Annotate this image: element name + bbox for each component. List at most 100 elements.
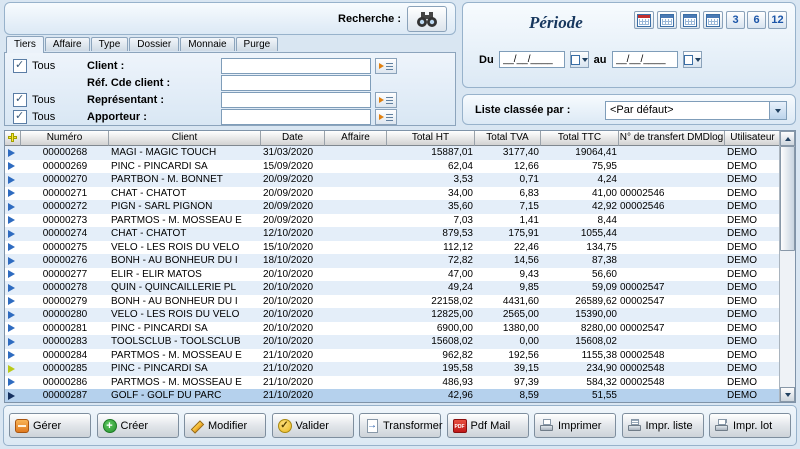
pick-list-button[interactable] [375, 92, 397, 108]
total-ttc-cell: 87,38 [541, 254, 619, 268]
filter-input[interactable] [221, 92, 371, 108]
date-cell: 20/10/2020 [261, 322, 325, 336]
total-ht-cell: 486,93 [387, 376, 475, 390]
table-row[interactable]: 00000286 PARTMOS - M. MOSSEAU E 21/10/20… [5, 376, 781, 390]
button-transformer[interactable]: Transformer [359, 413, 441, 438]
header-numero[interactable]: Numéro [21, 131, 109, 146]
validate-icon [278, 419, 292, 433]
button-impr-liste[interactable]: Impr. liste [622, 413, 704, 438]
numero-cell: 00000279 [21, 295, 109, 309]
combo-dropdown-button[interactable] [769, 102, 786, 119]
table-row[interactable]: 00000279 BONH - AU BONHEUR DU I 20/10/20… [5, 295, 781, 309]
period-calendar-button[interactable] [657, 11, 677, 29]
button-imprimer[interactable]: Imprimer [534, 413, 616, 438]
tab-type[interactable]: Type [91, 37, 129, 51]
button-modifier[interactable]: Modifier [184, 413, 266, 438]
actions-panel: Gérer Créer Modifier Valider Transformer [3, 405, 797, 446]
client-cell: TOOLSCLUB - TOOLSCLUB [109, 335, 261, 349]
client-cell: PINC - PINCARDI SA [109, 160, 261, 174]
tab-dossier[interactable]: Dossier [129, 37, 179, 51]
scroll-up-button[interactable] [780, 131, 795, 146]
pick-list-button[interactable] [375, 58, 397, 74]
filter-input[interactable] [221, 58, 371, 74]
button-impr-lot[interactable]: Impr. lot [709, 413, 791, 438]
button-creer[interactable]: Créer [97, 413, 179, 438]
table-row[interactable]: 00000285 PINC - PINCARDI SA 21/10/2020 1… [5, 362, 781, 376]
period-months-12[interactable]: 12 [768, 11, 787, 29]
printer-lot-icon [715, 419, 729, 433]
table-row[interactable]: 00000268 MAGI - MAGIC TOUCH 31/03/2020 1… [5, 146, 781, 160]
tous-checkbox[interactable] [13, 110, 27, 124]
scroll-down-button[interactable] [780, 387, 795, 402]
pick-arrow-icon [379, 114, 384, 120]
search-button[interactable] [407, 6, 447, 32]
tous-checkbox[interactable] [13, 59, 27, 73]
period-calendar-button[interactable] [680, 11, 700, 29]
period-months-3[interactable]: 3 [726, 11, 745, 29]
table-row[interactable]: 00000271 CHAT - CHATOT 20/09/2020 34,00 … [5, 187, 781, 201]
numero-cell: 00000273 [21, 214, 109, 228]
pick-list-button[interactable] [375, 109, 397, 125]
tab-purge[interactable]: Purge [236, 37, 279, 51]
sort-panel: Liste classée par : <Par défaut> [462, 94, 796, 125]
total-ht-cell: 49,24 [387, 281, 475, 295]
header-total-ht[interactable]: Total HT [387, 131, 475, 146]
total-tva-cell: 97,39 [475, 376, 541, 390]
total-ht-cell: 112,12 [387, 241, 475, 255]
period-calendar-button[interactable] [634, 11, 654, 29]
vertical-scrollbar[interactable] [779, 131, 795, 402]
button-gerer[interactable]: Gérer [9, 413, 91, 438]
button-pdf-mail[interactable]: Pdf Mail [447, 413, 529, 438]
table-row[interactable]: 00000281 PINC - PINCARDI SA 20/10/2020 6… [5, 322, 781, 336]
period-months-6[interactable]: 6 [747, 11, 766, 29]
header-client[interactable]: Client [109, 131, 261, 146]
cal-red-icon [637, 14, 651, 27]
table-row[interactable]: 00000280 VELO - LES ROIS DU VELO 20/10/2… [5, 308, 781, 322]
client-cell: VELO - LES ROIS DU VELO [109, 241, 261, 255]
table-row[interactable]: 00000277 ELIR - ELIR MATOS 20/10/2020 47… [5, 268, 781, 282]
table-row[interactable]: 00000276 BONH - AU BONHEUR DU I 18/10/20… [5, 254, 781, 268]
table-row[interactable]: 00000269 PINC - PINCARDI SA 15/09/2020 6… [5, 160, 781, 174]
table-row[interactable]: 00000270 PARTBON - M. BONNET 20/09/2020 … [5, 173, 781, 187]
add-column-header[interactable] [5, 131, 21, 146]
header-total-tva[interactable]: Total TVA [475, 131, 541, 146]
header-total-ttc[interactable]: Total TTC [541, 131, 619, 146]
date-from-calendar-button[interactable] [570, 51, 589, 68]
date-to-input[interactable] [612, 51, 678, 68]
transfert-cell: 00002548 [619, 376, 725, 390]
scroll-thumb[interactable] [780, 146, 795, 251]
tab-monnaie[interactable]: Monnaie [180, 37, 234, 51]
affaire-cell [325, 376, 387, 390]
filter-input[interactable] [221, 109, 371, 125]
table-row[interactable]: 00000284 PARTMOS - M. MOSSEAU E 21/10/20… [5, 349, 781, 363]
date-from-input[interactable] [499, 51, 565, 68]
tab-tiers[interactable]: Tiers [6, 36, 44, 53]
sort-combobox[interactable]: <Par défaut> [605, 101, 787, 120]
table-row[interactable]: 00000274 CHAT - CHATOT 12/10/2020 879,53… [5, 227, 781, 241]
table-row[interactable]: 00000273 PARTMOS - M. MOSSEAU E 20/09/20… [5, 214, 781, 228]
arrow-blue-icon [8, 311, 15, 319]
period-calendar-button[interactable] [703, 11, 723, 29]
total-tva-cell: 1380,00 [475, 322, 541, 336]
table-row[interactable]: 00000275 VELO - LES ROIS DU VELO 15/10/2… [5, 241, 781, 255]
header-date[interactable]: Date [261, 131, 325, 146]
date-to-calendar-button[interactable] [683, 51, 702, 68]
header-affaire[interactable]: Affaire [325, 131, 387, 146]
utilisateur-cell: DEMO [725, 308, 781, 322]
table-row[interactable]: 00000272 PIGN - SARL PIGNON 20/09/2020 3… [5, 200, 781, 214]
table-row[interactable]: 00000287 GOLF - GOLF DU PARC 21/10/2020 … [5, 389, 781, 403]
filter-input[interactable] [221, 75, 371, 91]
button-valider[interactable]: Valider [272, 413, 354, 438]
cal-plain-icon [706, 14, 720, 27]
table-row[interactable]: 00000283 TOOLSCLUB - TOOLSCLUB 20/10/202… [5, 335, 781, 349]
tous-checkbox[interactable] [13, 93, 27, 107]
table-row[interactable]: 00000278 QUIN - QUINCAILLERIE PL 20/10/2… [5, 281, 781, 295]
total-ht-cell: 22158,02 [387, 295, 475, 309]
total-ttc-cell: 8,44 [541, 214, 619, 228]
tab-affaire[interactable]: Affaire [45, 37, 90, 51]
affaire-cell [325, 268, 387, 282]
header-utilisateur[interactable]: Utilisateur [725, 131, 781, 146]
header-transfert[interactable]: N° de transfert DMDlog [619, 131, 725, 146]
total-tva-cell: 14,56 [475, 254, 541, 268]
total-ht-cell: 6900,00 [387, 322, 475, 336]
